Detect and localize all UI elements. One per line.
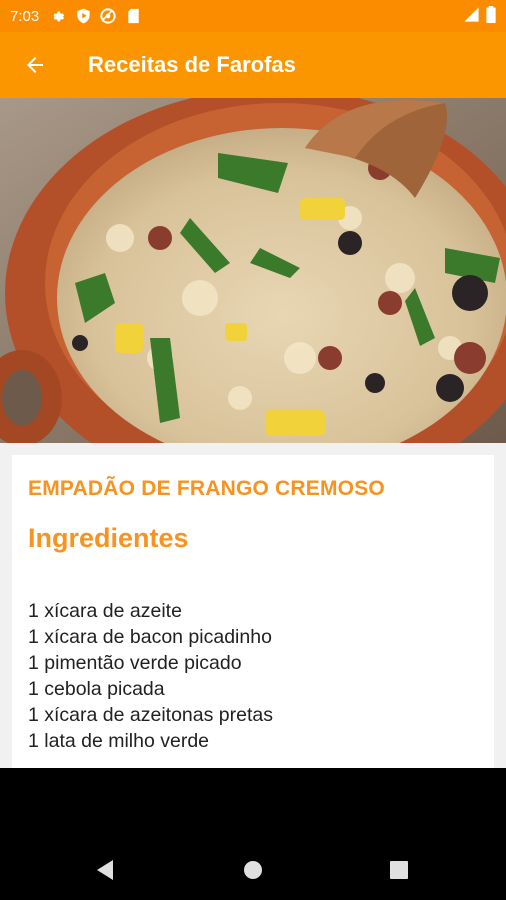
status-time: 7:03 [10,7,40,25]
ingredient-item: 1 pimentão verde picado [28,652,242,674]
arrow-back-icon [27,57,43,73]
ingredient-item: 1 xícara de azeite [28,600,182,622]
nav-recents-button[interactable] [379,850,419,890]
ingredient-item: 1 cebola picada [28,678,165,700]
back-button[interactable] [0,32,70,98]
app-title: Receitas de Farofas [88,52,296,77]
recipe-content[interactable]: EMPADÃO DE FRANGO CREMOSO Ingredientes 1… [0,98,506,768]
ingredients-list: 1 xícara de azeite 1 xícara de bacon pic… [28,598,478,754]
nav-back-icon [97,860,113,880]
gear-icon [49,7,67,25]
signal-icon [463,6,480,27]
recipe-card: EMPADÃO DE FRANGO CREMOSO Ingredientes 1… [12,455,494,768]
recipe-image [0,98,506,443]
sd-card-icon [124,7,142,25]
app-bar: Receitas de Farofas [0,32,506,98]
ingredient-item: 1 xícara de azeitonas pretas [28,704,273,726]
recipe-title: EMPADÃO DE FRANGO CREMOSO [28,477,385,500]
nav-home-button[interactable] [233,850,273,890]
shield-play-icon [74,7,92,25]
ingredient-item: 1 xícara de bacon picadinho [28,626,272,648]
nav-recents-icon [390,861,408,879]
ingredients-heading: Ingredientes [28,523,189,553]
ingredient-item: 1 lata de milho verde [28,730,210,752]
status-bar: 7:03 [0,0,506,32]
at-sign-icon [99,7,117,25]
nav-home-icon [244,861,262,879]
system-nav-bar [0,768,506,900]
nav-back-button[interactable] [85,850,125,890]
battery-icon [486,5,496,27]
